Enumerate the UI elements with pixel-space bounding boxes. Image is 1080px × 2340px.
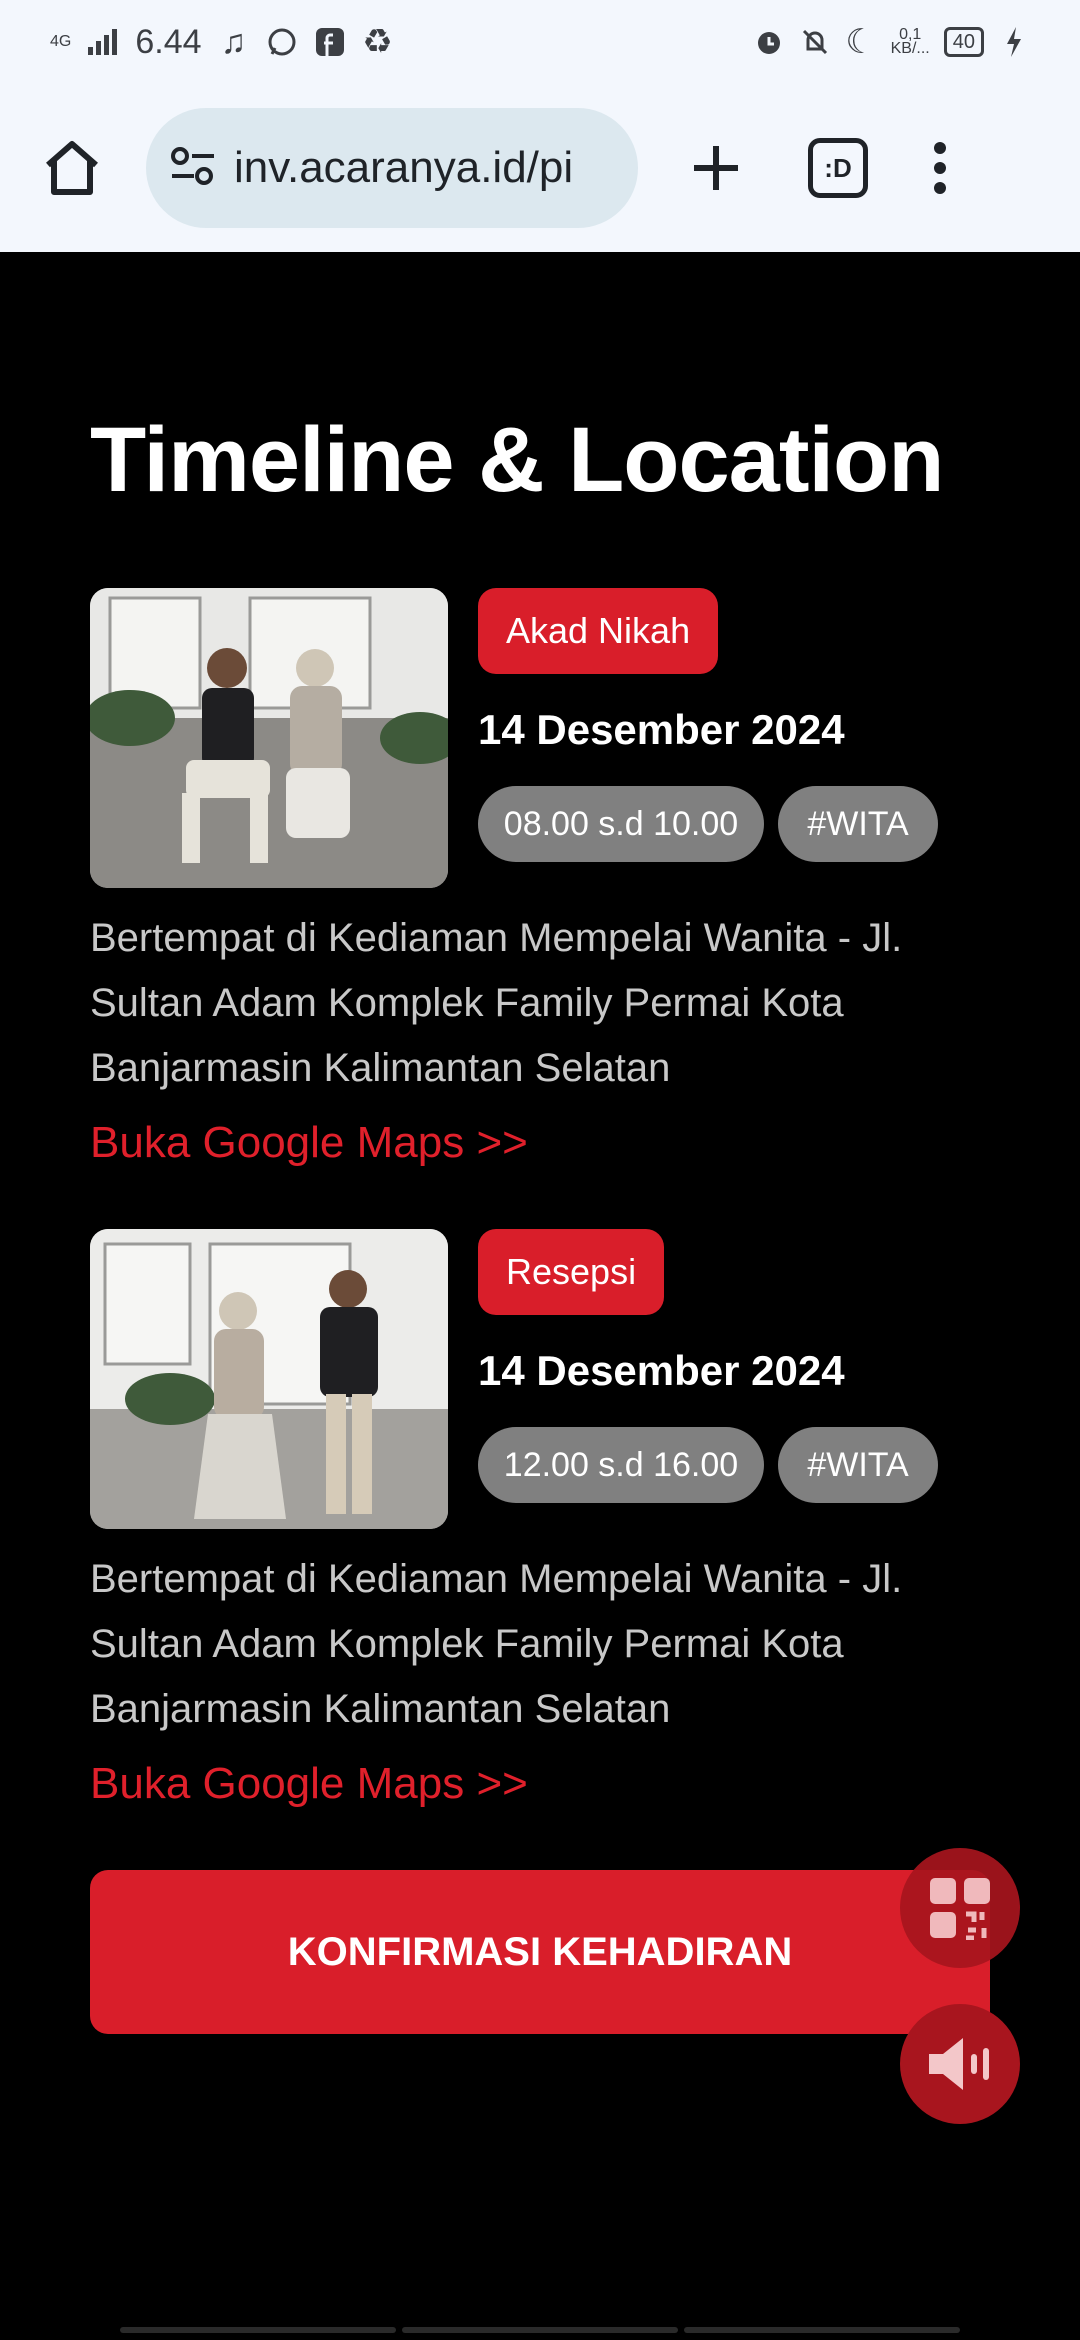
rsvp-button[interactable]: KONFIRMASI KEHADIRAN [90, 1870, 990, 2034]
plus-icon [694, 146, 738, 190]
url-text[interactable]: inv.acaranya.id/pi [234, 143, 573, 193]
battery-indicator: 40 [943, 27, 984, 57]
event-card-akad: Akad Nikah 14 Desember 2024 08.00 s.d 10… [90, 588, 990, 1188]
timezone-pill: #WITA [778, 786, 938, 862]
site-settings-icon[interactable] [170, 146, 216, 191]
event-date: 14 Desember 2024 [478, 706, 845, 753]
event-type-badge: Resepsi [478, 1229, 665, 1315]
timezone-pill: #WITA [778, 1427, 938, 1503]
page-title: Timeline & Location [90, 409, 944, 511]
whatsapp-icon [266, 26, 298, 58]
qr-code-icon [930, 1878, 990, 1940]
event-date: 14 Desember 2024 [478, 1347, 845, 1394]
status-bar: 4G 6.44 ♫ ♻ ☾ 0,1 KB/... 40 [0, 0, 1080, 84]
more-vert-icon [934, 142, 946, 194]
google-maps-link[interactable]: Buka Google Maps >> [90, 1118, 528, 1168]
music-note-icon: ♫ [220, 22, 247, 61]
recycle-icon: ♻ [362, 23, 393, 61]
signal-icon [87, 26, 119, 58]
event-card-resepsi: Resepsi 14 Desember 2024 12.00 s.d 16.00… [90, 1229, 990, 1829]
bottom-navigation-handle [120, 2327, 960, 2333]
event-time-pill: 12.00 s.d 16.00 [478, 1427, 764, 1503]
charging-icon [998, 26, 1030, 58]
alarm-icon [753, 26, 785, 58]
music-toggle-button[interactable] [900, 2004, 1020, 2124]
browser-menu-button[interactable] [920, 132, 960, 204]
clock-time: 6.44 [135, 22, 202, 61]
facebook-icon [314, 26, 346, 58]
home-button[interactable] [36, 132, 108, 204]
notifications-off-icon [799, 26, 831, 58]
event-time-pill: 08.00 s.d 10.00 [478, 786, 764, 862]
event-address: Bertempat di Kediaman Mempelai Wanita - … [90, 916, 903, 1090]
speed-unit: KB/... [890, 40, 930, 57]
address-bar[interactable]: inv.acaranya.id/pi [146, 108, 638, 228]
speaker-icon [929, 2038, 989, 2090]
new-tab-button[interactable] [680, 132, 752, 204]
qr-code-button[interactable] [900, 1848, 1020, 1968]
moon-icon: ☾ [845, 23, 876, 61]
couple-photo [90, 588, 448, 888]
network-speed: 0,1 KB/... [890, 27, 930, 57]
event-type-badge: Akad Nikah [478, 588, 719, 674]
home-icon [46, 141, 98, 195]
event-address: Bertempat di Kediaman Mempelai Wanita - … [90, 1557, 903, 1731]
google-maps-link[interactable]: Buka Google Maps >> [90, 1759, 528, 1809]
browser-toolbar: inv.acaranya.id/pi :D [0, 84, 1080, 252]
network-type: 4G [50, 33, 72, 50]
tab-switcher-button[interactable]: :D [808, 138, 868, 198]
couple-photo [90, 1229, 448, 1529]
